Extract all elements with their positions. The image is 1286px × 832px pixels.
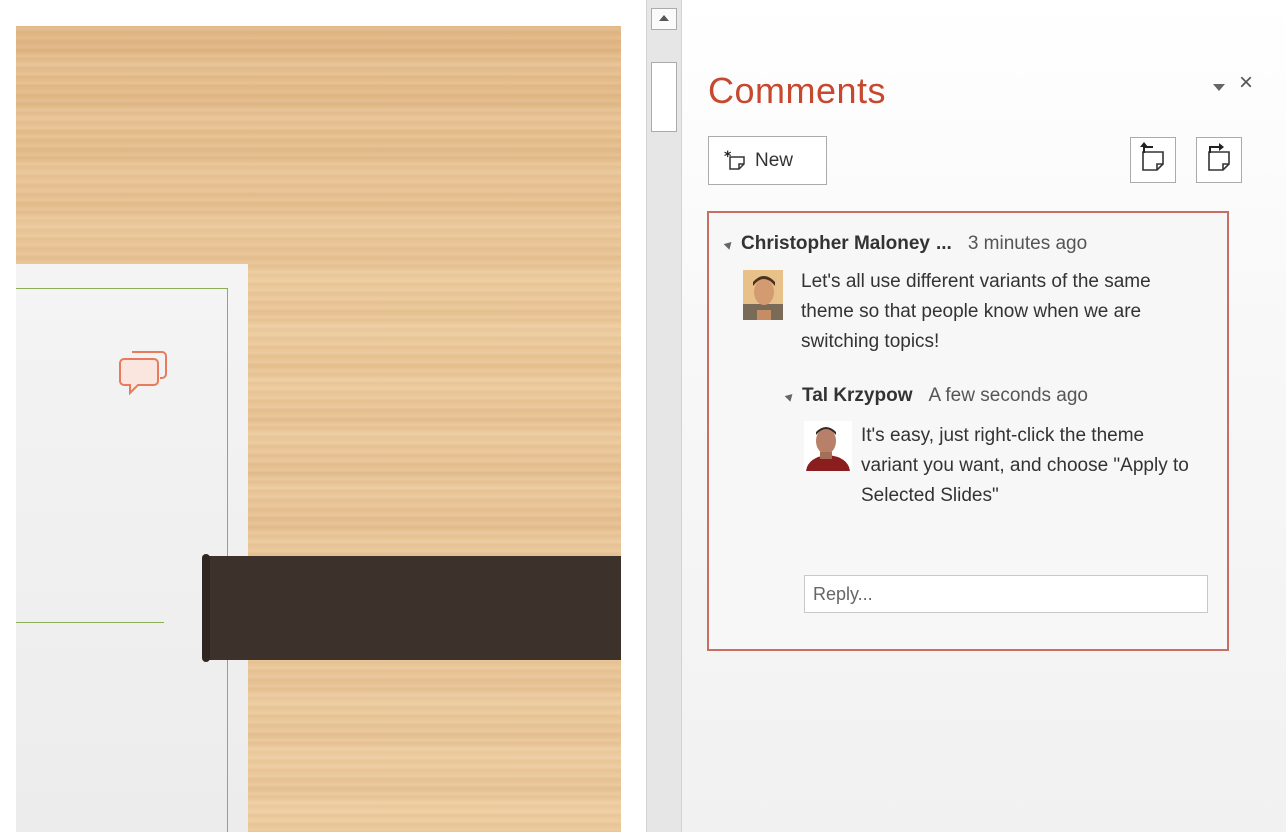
slide-canvas[interactable] <box>16 26 621 832</box>
dropdown-arrow-icon[interactable] <box>1210 80 1228 94</box>
author-ellipsis: ... <box>935 233 952 254</box>
reply-time: A few seconds ago <box>928 385 1089 406</box>
comment-bubbles-icon[interactable] <box>118 348 178 400</box>
vertical-scrollbar[interactable] <box>646 0 682 832</box>
slide-editor <box>0 0 646 832</box>
collapse-triangle-icon[interactable] <box>784 390 796 402</box>
comment-author[interactable]: Christopher Maloney <box>741 233 930 255</box>
close-icon[interactable]: × <box>1234 70 1258 96</box>
slide-content-card <box>16 264 248 832</box>
new-comment-label: New <box>755 149 794 171</box>
slide-title-band <box>202 554 621 662</box>
reply-input[interactable] <box>804 575 1208 613</box>
scroll-up-arrow-icon[interactable] <box>651 8 677 30</box>
comment-time: 3 minutes ago <box>967 233 1088 254</box>
powerpoint-window: Comments × * New Christopher Maloney ...… <box>0 0 1286 832</box>
reply-header: Tal Krzypow A few seconds ago <box>784 385 1089 407</box>
comment-thread[interactable]: Christopher Maloney ... 3 minutes ago Le… <box>707 211 1229 651</box>
scroll-thumb[interactable] <box>651 62 677 132</box>
user-avatar <box>743 270 783 320</box>
reply-author[interactable]: Tal Krzypow <box>802 385 913 407</box>
new-comment-icon: * <box>723 149 751 173</box>
reply-text: It's easy, just right-click the theme va… <box>861 425 1189 506</box>
next-comment-button[interactable] <box>1196 137 1242 183</box>
previous-comment-button[interactable] <box>1130 137 1176 183</box>
card-divider-line <box>16 622 164 623</box>
comment-text: Let's all use different variants of the … <box>801 271 1151 352</box>
next-comment-icon <box>1197 138 1241 182</box>
comment-header: Christopher Maloney ... 3 minutes ago <box>723 233 1088 255</box>
pane-title: Comments <box>708 70 887 111</box>
collapse-triangle-icon[interactable] <box>723 238 735 250</box>
user-avatar <box>804 421 852 471</box>
comments-pane: Comments × * New Christopher Maloney ...… <box>682 0 1286 832</box>
previous-comment-icon <box>1131 138 1175 182</box>
new-comment-button[interactable]: * New <box>708 136 827 185</box>
svg-text:*: * <box>724 149 732 165</box>
